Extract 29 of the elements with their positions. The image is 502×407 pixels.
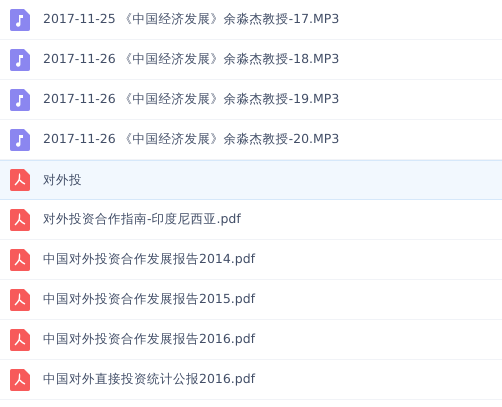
music-file-icon [10,128,30,150]
pdf-file-icon [10,328,30,350]
file-row[interactable]: 对外投 [0,160,502,200]
file-name: 2017-11-26 《中国经济发展》余淼杰教授-18.MP3 [43,51,340,68]
file-name: 对外投资合作指南-印度尼西亚.pdf [43,211,241,228]
file-name: 中国对外投资合作发展报告2016.pdf [43,331,256,348]
file-row[interactable]: 对外投资合作指南-印度尼西亚.pdf [0,200,502,240]
file-name: 对外投 [43,172,82,188]
file-row[interactable]: 中国对外投资合作发展报告2015.pdf [0,280,502,320]
pdf-file-icon [10,288,30,310]
file-name: 中国对外投资合作发展报告2015.pdf [43,291,256,308]
file-row[interactable]: 中国对外直接投资统计公报2016.pdf [0,360,502,400]
music-file-icon [10,48,30,70]
music-file-icon [10,88,30,110]
file-name: 2017-11-25 《中国经济发展》余淼杰教授-17.MP3 [43,11,340,28]
pdf-file-icon [10,208,30,230]
file-row[interactable]: 2017-11-26 《中国经济发展》余淼杰教授-18.MP3 [0,40,502,80]
file-row[interactable]: 2017-11-25 《中国经济发展》余淼杰教授-17.MP3 [0,0,502,40]
file-row[interactable]: 2017-11-26 《中国经济发展》余淼杰教授-19.MP3 [0,80,502,120]
pdf-file-icon [10,248,30,270]
file-name: 2017-11-26 《中国经济发展》余淼杰教授-19.MP3 [43,91,340,108]
file-name: 2017-11-26 《中国经济发展》余淼杰教授-20.MP3 [43,131,340,148]
pdf-file-icon [10,169,30,191]
file-name: 中国对外投资合作发展报告2014.pdf [43,251,256,268]
file-name: 中国对外直接投资统计公报2016.pdf [43,371,256,388]
file-row[interactable]: 中国对外投资合作发展报告2014.pdf [0,240,502,280]
pdf-file-icon [10,368,30,390]
file-row[interactable]: 中国对外投资合作发展报告2016.pdf [0,320,502,360]
music-file-icon [10,8,30,30]
